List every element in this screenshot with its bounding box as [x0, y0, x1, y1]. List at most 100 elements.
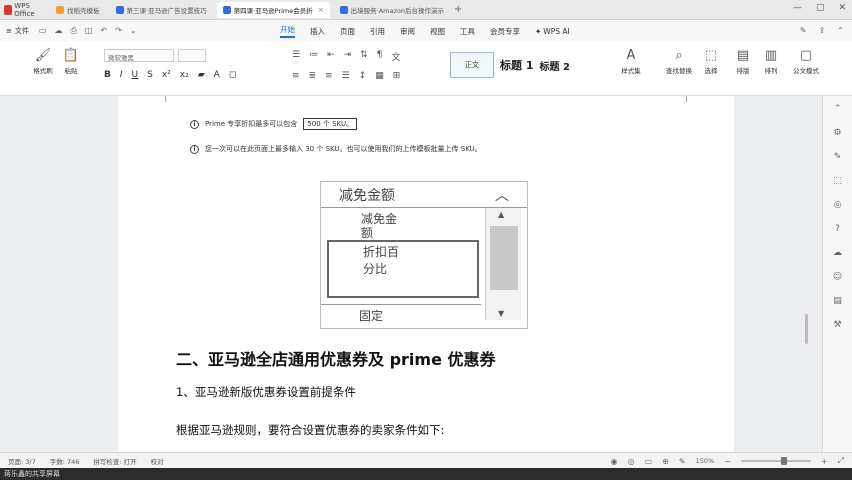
styles-button[interactable]: A 样式集: [616, 48, 646, 75]
tab-doc-3[interactable]: 第三课·亚马逊广告设置技巧: [110, 2, 213, 18]
select-icon[interactable]: ⬚: [833, 176, 842, 186]
shading-icon[interactable]: ▦: [375, 71, 384, 81]
help-icon[interactable]: ?: [835, 224, 840, 234]
cloud-icon[interactable]: ☁: [833, 248, 842, 258]
outdent-icon[interactable]: ⇤: [327, 50, 335, 63]
menu-member[interactable]: 会员专享: [490, 26, 520, 37]
minimize-icon[interactable]: —: [793, 3, 802, 13]
font-name-select[interactable]: 微软雅黑: [104, 49, 174, 62]
wps-logo[interactable]: WPS Office: [4, 2, 46, 18]
superscript-icon[interactable]: x²: [162, 70, 171, 80]
close-icon[interactable]: ×: [318, 6, 324, 14]
edit-icon[interactable]: ✎: [834, 152, 842, 162]
menu-view[interactable]: 视图: [430, 26, 445, 37]
menu-review[interactable]: 审阅: [400, 26, 415, 37]
vertical-scrollbar[interactable]: [805, 314, 808, 344]
body-paragraph: 根据亚马逊规则，要符合设置优惠券的卖家条件如下:: [176, 423, 445, 437]
web-view-icon[interactable]: ⊕: [662, 457, 669, 466]
print-icon[interactable]: ⎙: [70, 26, 76, 36]
italic-icon[interactable]: I: [120, 70, 123, 80]
main-menu: 开始 插入 页面 引用 审阅 视图 工具 会员专享 ✦ WPS AI: [280, 20, 570, 42]
proofread[interactable]: 校对: [151, 456, 164, 466]
page-view-icon[interactable]: ▭: [645, 457, 653, 466]
arrange-button[interactable]: ▥ 排列: [758, 48, 784, 75]
font-color-icon[interactable]: A: [214, 70, 220, 80]
location-icon[interactable]: ◎: [834, 200, 842, 210]
zoom-out-icon[interactable]: −: [724, 457, 731, 466]
bold-icon[interactable]: B: [104, 70, 111, 80]
new-tab-icon[interactable]: +: [454, 4, 462, 15]
borders-icon[interactable]: ⊞: [393, 71, 401, 81]
justify-icon[interactable]: ☰: [342, 71, 350, 81]
wps-ai-button[interactable]: ✦ WPS AI: [535, 27, 570, 36]
sort-icon[interactable]: ⇅: [360, 50, 368, 63]
edit-icon[interactable]: ✎: [800, 26, 807, 35]
close-window-icon[interactable]: ✕: [838, 3, 846, 13]
indent-icon[interactable]: ⇥: [344, 50, 352, 63]
menu-home[interactable]: 开始: [280, 24, 295, 38]
tab-doc-5[interactable]: 出境服务·Amazon后台操作演示: [334, 2, 450, 18]
align-left-icon[interactable]: ≡: [292, 71, 300, 81]
user-icon[interactable]: ☺: [833, 272, 842, 282]
highlight-icon[interactable]: ▰: [198, 70, 205, 80]
line-spacing-icon[interactable]: ↕: [359, 71, 367, 81]
more-icon[interactable]: ⌃: [837, 26, 844, 35]
focus-icon[interactable]: ◉: [611, 457, 618, 466]
subscript-icon[interactable]: x₂: [180, 70, 189, 80]
tab-doc-4[interactable]: 第四课·亚马逊Prime会员折 ×: [216, 1, 330, 18]
cloud-icon[interactable]: ☁: [54, 26, 62, 36]
preview-icon[interactable]: ◫: [85, 26, 93, 36]
spell-check[interactable]: 拼写检查: 打开: [93, 456, 136, 466]
brush-icon: 🖌: [34, 48, 52, 63]
save-icon[interactable]: ▭: [39, 26, 47, 36]
file-menu[interactable]: ≡ 文件: [6, 26, 29, 36]
note-icon[interactable]: ▤: [833, 296, 842, 306]
redo-icon[interactable]: ↷: [115, 26, 122, 36]
collapse-icon[interactable]: ⌃: [834, 104, 842, 114]
strikethrough-icon[interactable]: S: [147, 70, 153, 80]
align-center-icon[interactable]: ≣: [309, 71, 317, 81]
zoom-slider[interactable]: [740, 457, 811, 465]
word-count[interactable]: 字数: 746: [50, 456, 80, 466]
tab-templates[interactable]: 找稻壳模板: [50, 2, 106, 18]
chinese-layout-icon[interactable]: 文: [391, 50, 400, 63]
tools-icon[interactable]: ⚒: [833, 320, 841, 330]
paste-button[interactable]: 📋 粘贴: [58, 48, 84, 75]
char-border-icon[interactable]: ◻: [229, 70, 236, 80]
official-doc-button[interactable]: ▢ 公文模式: [790, 48, 822, 75]
status-left: 页面: 3/7 字数: 746 拼写检查: 打开 校对: [8, 456, 164, 466]
window-controls: — ▢ ✕: [793, 3, 846, 13]
show-marks-icon[interactable]: ¶: [377, 50, 383, 63]
font-size-select[interactable]: [178, 49, 206, 62]
wps-logo-icon: [4, 4, 13, 15]
arrange-label: 排列: [764, 67, 778, 75]
chevron-down-icon[interactable]: ⌄: [130, 26, 137, 36]
style-heading-1[interactable]: 标题 1: [500, 57, 533, 73]
numbered-list-icon[interactable]: ≔: [309, 50, 318, 63]
find-replace-button[interactable]: ⌕ 查找替换: [664, 48, 694, 75]
fit-icon[interactable]: ⤢: [838, 456, 844, 466]
align-right-icon[interactable]: ≡: [325, 71, 333, 81]
page-count[interactable]: 页面: 3/7: [8, 456, 36, 466]
share-icon[interactable]: ⇪: [819, 26, 826, 35]
style-heading-2[interactable]: 标题 2: [539, 58, 569, 73]
document-page[interactable]: i Prime 专享折扣最多可以包含 500 个 SKU。 i 您一次可以在此页…: [118, 96, 734, 452]
style-normal[interactable]: 正文: [450, 52, 494, 78]
format-painter-button[interactable]: 🖌 格式刷: [30, 48, 56, 75]
outline-icon[interactable]: ✎: [679, 457, 686, 466]
eye-icon[interactable]: ◎: [628, 457, 635, 466]
menu-page[interactable]: 页面: [340, 26, 355, 37]
maximize-icon[interactable]: ▢: [816, 3, 825, 13]
zoom-value[interactable]: 150%: [696, 457, 715, 465]
bullet-list-icon[interactable]: ☰: [292, 50, 300, 63]
layout-button[interactable]: ▤ 排版: [730, 48, 756, 75]
zoom-in-icon[interactable]: +: [821, 457, 828, 466]
adjust-icon[interactable]: ⚙: [833, 128, 841, 138]
menu-tools[interactable]: 工具: [460, 26, 475, 37]
menu-references[interactable]: 引用: [370, 26, 385, 37]
undo-icon[interactable]: ↶: [100, 26, 107, 36]
underline-icon[interactable]: U: [132, 70, 139, 80]
menu-insert[interactable]: 插入: [310, 26, 325, 37]
scroll-thumb: [490, 226, 518, 290]
select-button[interactable]: ⬚ 选择: [698, 48, 724, 75]
